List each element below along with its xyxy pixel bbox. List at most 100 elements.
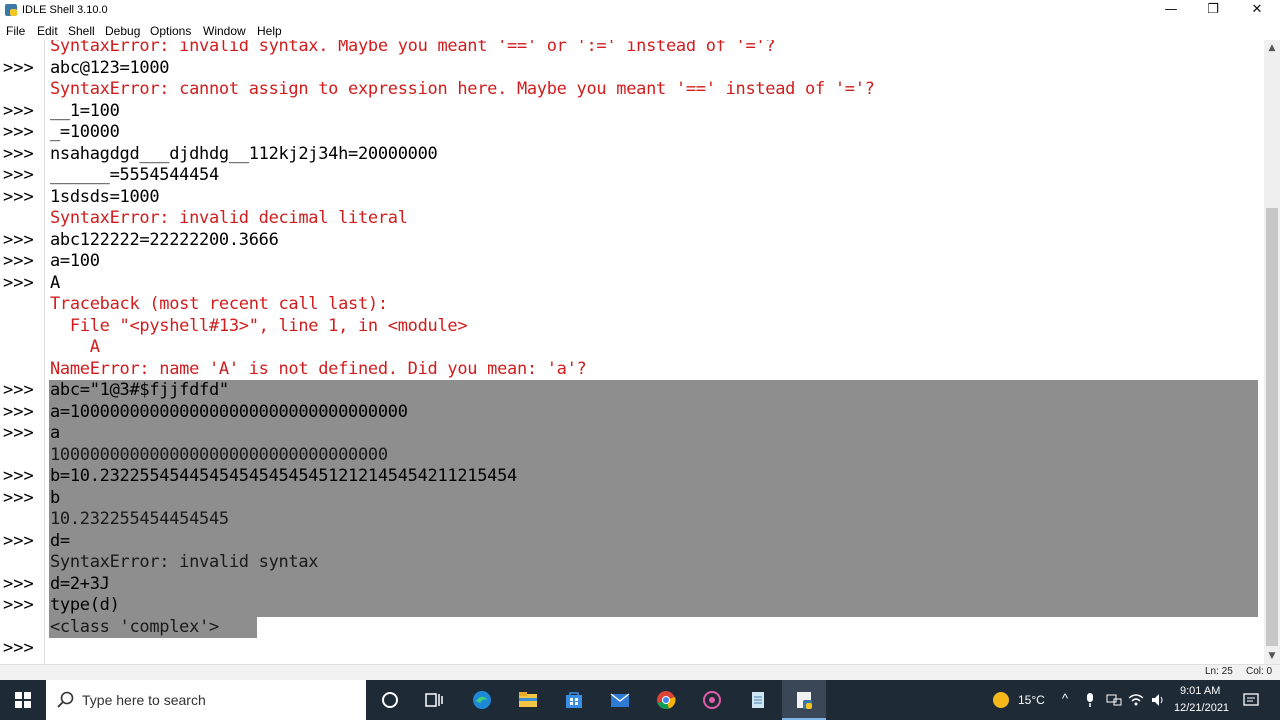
task-view-icon xyxy=(425,693,443,707)
notification-center-icon[interactable] xyxy=(1242,691,1260,709)
minimize-button[interactable]: — xyxy=(1148,0,1194,22)
shell-output: 1000000000000000000000000000000000 xyxy=(50,444,388,465)
shell-line: SyntaxError: invalid syntax. Maybe you m… xyxy=(0,40,1264,58)
python-idle-icon xyxy=(5,4,17,16)
shell-line: >>> A xyxy=(0,273,1264,295)
shell-prompt: >>> xyxy=(3,100,34,121)
shell-line: >>> d=2+3J xyxy=(0,573,1264,595)
scrollbar-thumb[interactable] xyxy=(1266,208,1278,646)
shell-input: _=10000 xyxy=(50,122,120,142)
selection-highlight xyxy=(49,380,1258,402)
chrome-app[interactable] xyxy=(644,680,688,720)
clock-time[interactable]: 9:01 AM xyxy=(1180,685,1220,697)
shell-output: <class 'complex'> xyxy=(50,616,219,637)
shell-prompt: >>> xyxy=(3,380,34,400)
shell-prompt: >>> xyxy=(3,638,34,658)
vertical-scrollbar[interactable]: ▲ ▼ xyxy=(1264,40,1280,664)
shell-input: type(d) xyxy=(50,595,120,615)
shell-output: SyntaxError: invalid syntax xyxy=(50,552,319,572)
file-explorer-app[interactable] xyxy=(506,680,550,720)
status-bar: Ln: 25 Col: 0 xyxy=(0,664,1280,681)
menu-shell[interactable]: Shell xyxy=(68,24,95,38)
shell-output: 10.232255454454545 xyxy=(50,509,229,529)
shell-line: >>> 1sdsds=1000 xyxy=(0,187,1264,209)
taskbar-search-box[interactable]: Type here to search xyxy=(46,680,366,720)
windows-logo-icon xyxy=(15,692,31,708)
menu-edit[interactable]: Edit xyxy=(37,24,58,38)
shell-prompt: >>> xyxy=(3,595,34,615)
scroll-down-icon[interactable]: ▼ xyxy=(1264,648,1280,664)
store-icon xyxy=(566,692,582,708)
selection-highlight xyxy=(49,530,1258,552)
volume-icon[interactable] xyxy=(1150,692,1166,708)
close-button[interactable]: ✕ xyxy=(1234,0,1280,22)
selection-highlight xyxy=(49,423,1258,445)
shell-prompt: >>> xyxy=(3,143,34,164)
shell-prompt: >>> xyxy=(3,530,34,551)
edge-app[interactable] xyxy=(460,680,504,720)
show-hidden-icons-icon[interactable]: ^ xyxy=(1062,691,1068,706)
shell-prompt: >>> xyxy=(3,573,34,594)
store-app[interactable] xyxy=(552,680,596,720)
menu-options[interactable]: Options xyxy=(150,24,191,38)
shell-line: >>> abc122222=22222200.3666 xyxy=(0,230,1264,252)
chrome-icon xyxy=(657,691,676,710)
menu-window[interactable]: Window xyxy=(203,24,246,38)
idle-app-active[interactable] xyxy=(782,680,826,720)
shell-input: b xyxy=(50,487,60,508)
clock-date[interactable]: 12/21/2021 xyxy=(1174,702,1229,714)
selection-highlight xyxy=(49,595,1258,617)
mail-app[interactable] xyxy=(598,680,642,720)
menu-help[interactable]: Help xyxy=(257,24,282,38)
start-button[interactable] xyxy=(0,680,46,720)
shell-text-area[interactable]: SyntaxError: invalid syntax. Maybe you m… xyxy=(0,40,1264,664)
error-output: NameError: name 'A' is not defined. Did … xyxy=(50,358,587,379)
shell-input: ______=5554544454 xyxy=(50,165,219,185)
weather-sun-icon[interactable] xyxy=(992,691,1010,709)
notepad-app[interactable] xyxy=(736,680,780,720)
shell-line: >>> a=100 xyxy=(0,251,1264,273)
shell-input: abc="1@3#$fjjfdfd" xyxy=(50,380,229,400)
wifi-icon[interactable] xyxy=(1128,692,1144,708)
shell-input: a xyxy=(50,423,60,443)
error-output: File "<pyshell#13>", line 1, in <module> xyxy=(50,315,468,336)
shell-line: >>> __1=100 xyxy=(0,101,1264,123)
microphone-icon[interactable] xyxy=(1084,692,1096,708)
weather-temperature[interactable]: 15°C xyxy=(1018,693,1045,707)
network-icon[interactable] xyxy=(1106,692,1122,708)
maximize-button[interactable]: ❐ xyxy=(1190,0,1236,22)
shell-line: Traceback (most recent call last): xyxy=(0,294,1264,316)
selection-highlight xyxy=(49,509,1258,531)
search-icon xyxy=(57,691,74,708)
shell-line: 10.232255454454545 xyxy=(0,509,1264,531)
status-col: Col: 0 xyxy=(1246,666,1273,677)
error-output: Traceback (most recent call last): xyxy=(50,294,388,314)
shell-input: b=10.23225545445454545454545121214545421… xyxy=(50,466,517,486)
shell-line: SyntaxError: cannot assign to expression… xyxy=(0,79,1264,101)
shell-line: SyntaxError: invalid decimal literal xyxy=(0,208,1264,230)
task-view-button[interactable] xyxy=(412,680,456,720)
shell-line: NameError: name 'A' is not defined. Did … xyxy=(0,359,1264,381)
notepad-icon xyxy=(752,692,764,708)
file-explorer-icon xyxy=(519,692,537,707)
error-output: SyntaxError: cannot assign to expression… xyxy=(50,79,875,99)
shell-prompt: >>> xyxy=(3,186,34,207)
pinned-app[interactable] xyxy=(690,680,734,720)
menu-file[interactable]: File xyxy=(6,24,25,38)
shell-input: 1sdsds=1000 xyxy=(50,186,160,207)
menu-debug[interactable]: Debug xyxy=(105,24,140,38)
error-output: A xyxy=(50,337,100,357)
shell-line: A xyxy=(0,337,1264,359)
cortana-button[interactable] xyxy=(368,680,412,720)
shell-prompt: >>> xyxy=(3,165,34,185)
shell-line: >>> abc@123=1000 xyxy=(0,58,1264,80)
shell-line: >>> type(d) xyxy=(0,595,1264,617)
shell-input: A xyxy=(50,272,60,293)
shell-line: >>> a xyxy=(0,423,1264,445)
scroll-up-icon[interactable]: ▲ xyxy=(1264,40,1280,56)
mail-icon xyxy=(610,693,630,707)
shell-input: nsahagdgd___djdhdg__112kj2j34h=20000000 xyxy=(50,143,438,164)
shell-prompt: >>> xyxy=(3,57,34,78)
menu-bar: File Edit Shell Debug Options Window Hel… xyxy=(0,22,1280,40)
shell-prompt: >>> xyxy=(3,423,34,443)
